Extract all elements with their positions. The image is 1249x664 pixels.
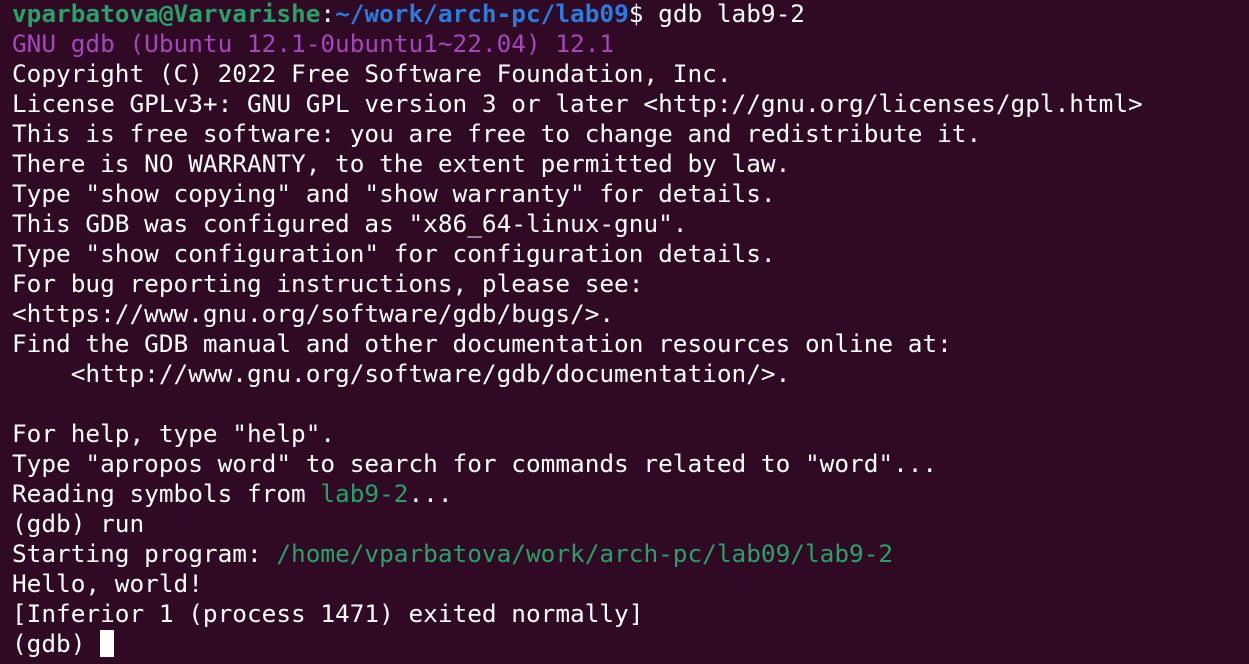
exit-message: [Inferior 1 (process 1471) exited normal… — [12, 599, 644, 628]
gdb-banner: GNU gdb (Ubuntu 12.1-0ubuntu1~22.04) 12.… — [12, 29, 615, 58]
gdb-help-line: Type "apropos word" to search for comman… — [12, 449, 938, 478]
gdb-run-command: (gdb) run — [12, 509, 145, 538]
gdb-info-line: <https://www.gnu.org/software/gdb/bugs/>… — [12, 299, 615, 328]
prompt-path: ~/work/arch-pc/lab09 — [335, 0, 629, 28]
gdb-help-line: For help, type "help". — [12, 419, 336, 448]
terminal-window[interactable]: vparbatova@Varvarishe:~/work/arch-pc/lab… — [0, 0, 1249, 664]
prompt-user-host: vparbatova@Varvarishe — [12, 0, 321, 28]
reading-suffix: ... — [408, 479, 453, 508]
gdb-info-line: License GPLv3+: GNU GPL version 3 or lat… — [12, 89, 1143, 118]
shell-command: gdb lab9-2 — [643, 0, 805, 28]
shell-prompt-line: vparbatova@Varvarishe:~/work/arch-pc/lab… — [12, 0, 1249, 29]
text-cursor — [100, 630, 115, 657]
reading-symbols-line: Reading symbols from lab9-2... — [12, 479, 1249, 509]
gdb-input-line[interactable]: (gdb) — [12, 629, 1249, 659]
reading-filename: lab9-2 — [320, 479, 409, 508]
starting-prefix: Starting program: — [12, 539, 277, 568]
program-output: Hello, world! — [12, 569, 203, 598]
gdb-info-line: Type "show copying" and "show warranty" … — [12, 179, 776, 208]
gdb-info-line: This GDB was configured as "x86_64-linux… — [12, 209, 688, 238]
gdb-info-line: <http://www.gnu.org/software/gdb/documen… — [12, 359, 791, 388]
gdb-info-line: Find the GDB manual and other documentat… — [12, 329, 952, 358]
prompt-separator: : — [320, 0, 336, 28]
gdb-info-line: For bug reporting instructions, please s… — [12, 269, 644, 298]
gdb-info-line: There is NO WARRANTY, to the extent perm… — [12, 149, 791, 178]
prompt-symbol: $ — [628, 0, 644, 28]
gdb-prompt: (gdb) — [12, 629, 101, 658]
gdb-info-line: Type "show configuration" for configurat… — [12, 239, 776, 268]
starting-program-line: Starting program: /home/vparbatova/work/… — [12, 539, 1249, 569]
gdb-info-line: Copyright (C) 2022 Free Software Foundat… — [12, 59, 732, 88]
gdb-info-line: This is free software: you are free to c… — [12, 119, 982, 148]
starting-program-path: /home/vparbatova/work/arch-pc/lab09/lab9… — [276, 539, 894, 568]
reading-prefix: Reading symbols from — [12, 479, 321, 508]
